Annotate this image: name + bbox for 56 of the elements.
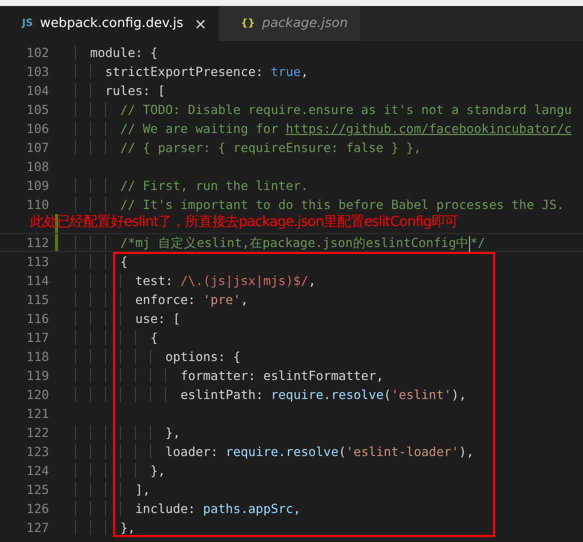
close-icon[interactable]: ×	[194, 14, 207, 32]
line-number: 106	[25, 120, 49, 138]
line-number: 116	[25, 310, 49, 328]
line-number: 120	[25, 386, 49, 404]
editor-tab[interactable]: {} package.json	[218, 6, 360, 41]
line-number: 119	[25, 367, 49, 385]
code-line: options: {	[75, 347, 241, 366]
code-line: // We are waiting for https://github.com/facebookincubator/c	[75, 119, 572, 138]
code-line: eslintPath: require.resolve('eslint'),	[75, 385, 466, 404]
code-line: use: [	[75, 309, 180, 328]
line-number: 109	[25, 177, 49, 195]
line-number: 121	[25, 405, 49, 423]
code-line: include: paths.appSrc,	[75, 499, 301, 518]
code-line: },	[75, 518, 136, 537]
code-line: formatter: eslintFormatter,	[75, 366, 384, 385]
line-number: 114	[25, 272, 49, 290]
code-line: // { parser: { requireEnsure: false } },	[75, 138, 422, 157]
code-line: strictExportPresence: true,	[75, 62, 308, 81]
file-type-icon: {}	[240, 18, 256, 29]
line-number: 108	[25, 158, 49, 176]
editor-tab[interactable]: JS webpack.config.dev.js ×	[0, 6, 219, 41]
line-number: 102	[25, 44, 49, 62]
line-number: 118	[25, 348, 49, 366]
code-line: {	[75, 252, 128, 271]
code-line: },	[75, 423, 180, 442]
code-line: module: {	[75, 43, 158, 62]
line-number: 125	[25, 481, 49, 499]
code-line: test: /\.(js|jsx|mjs)$/,	[75, 271, 316, 290]
code-line: // TODO: Disable require.ensure as it's not a standard langu	[75, 100, 572, 119]
code-line: },	[75, 461, 166, 480]
line-number: 123	[25, 443, 49, 461]
line-number: 104	[25, 82, 49, 100]
tab-label: package.json	[262, 16, 348, 31]
line-number: 112	[25, 234, 49, 251]
code-line: /*mj 自定义eslint,在package.json的eslintConfig中*/	[75, 234, 486, 251]
line-number: 127	[25, 519, 49, 537]
line-number: 107	[25, 139, 49, 157]
line-number: 105	[25, 101, 49, 119]
line-number: 124	[25, 462, 49, 480]
code-line: // First, run the linter.	[75, 176, 308, 195]
annotation-text: 此处已经配置好eslint了，所直接去package.json里配置eslitConfig即可	[30, 213, 458, 231]
code-line: loader: require.resolve('eslint-loader'),	[75, 442, 474, 461]
line-number: 122	[25, 424, 49, 442]
line-number: 115	[25, 291, 49, 309]
code-line: enforce: 'pre',	[75, 290, 248, 309]
code-line: rules: [	[75, 81, 166, 100]
line-number: 103	[25, 63, 49, 81]
tab-label: webpack.config.dev.js	[40, 16, 184, 31]
line-number: 110	[25, 196, 49, 214]
line-number: 113	[25, 253, 49, 271]
file-type-icon: JS	[22, 18, 33, 29]
line-number: 126	[25, 500, 49, 518]
code-line: ],	[75, 480, 150, 499]
code-line: {	[75, 328, 158, 347]
line-number: 117	[25, 329, 49, 347]
code-line: // It's important to do this before Babel processes the JS.	[75, 195, 564, 214]
